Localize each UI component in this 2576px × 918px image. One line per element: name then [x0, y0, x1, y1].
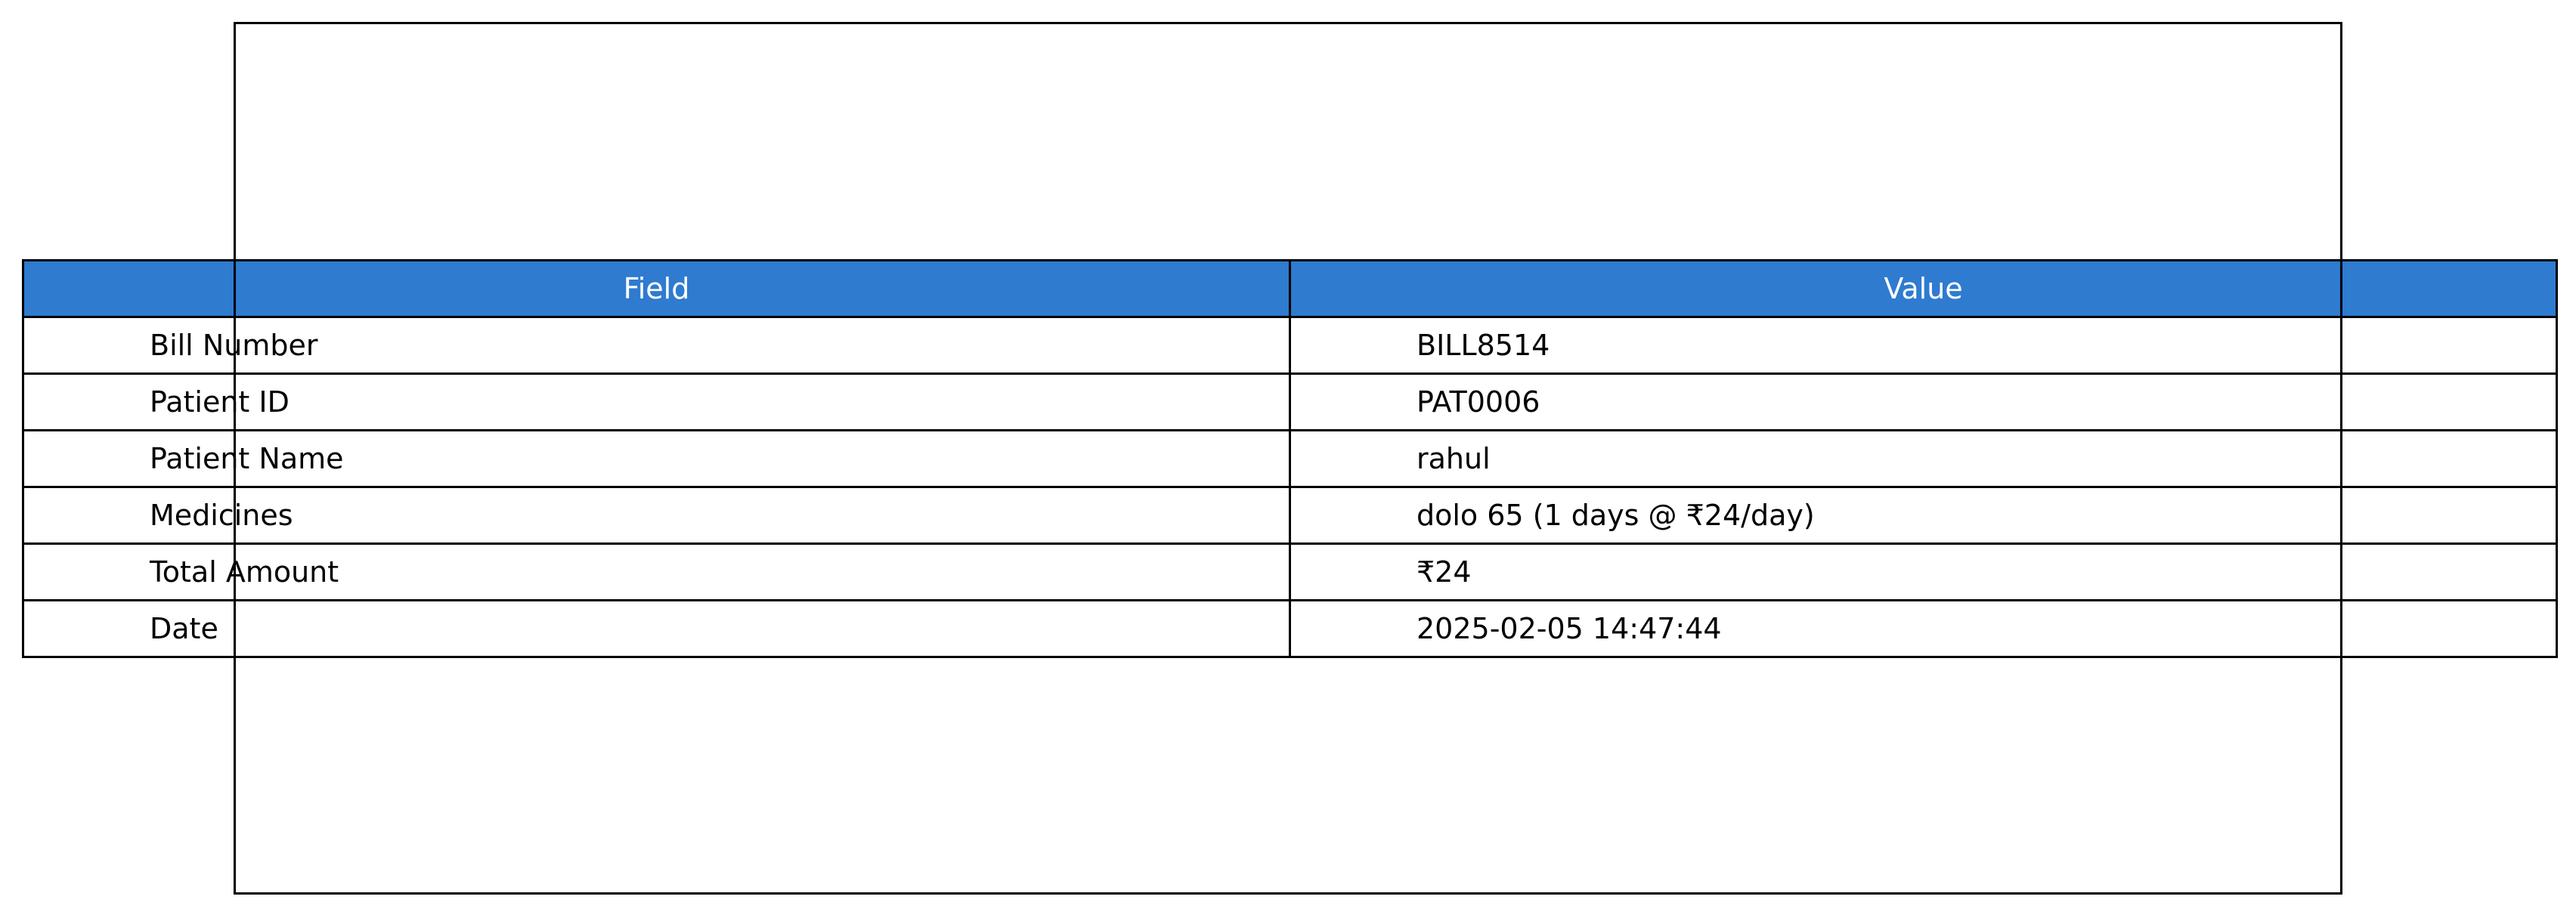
table-row: Patient ID PAT0006: [22, 372, 2558, 431]
value-cell: dolo 65 (1 days @ ₹24/day): [1289, 486, 2558, 545]
field-cell: Patient ID: [22, 372, 1291, 431]
field-cell: Medicines: [22, 486, 1291, 545]
field-cell: Bill Number: [22, 316, 1291, 375]
value-cell: BILL8514: [1289, 316, 2558, 375]
value-cell: ₹24: [1289, 542, 2558, 601]
table-row: Patient Name rahul: [22, 429, 2558, 488]
value-cell: PAT0006: [1289, 372, 2558, 431]
table-row: Bill Number BILL8514: [22, 316, 2558, 375]
field-cell: Patient Name: [22, 429, 1291, 488]
value-cell: rahul: [1289, 429, 2558, 488]
column-header-field: Field: [22, 259, 1291, 318]
field-cell: Date: [22, 599, 1291, 658]
table-header-row: Field Value: [22, 259, 2558, 318]
table-row: Date 2025-02-05 14:47:44: [22, 599, 2558, 658]
bill-details-table: Field Value Bill Number BILL8514 Patient…: [22, 259, 2558, 658]
value-cell: 2025-02-05 14:47:44: [1289, 599, 2558, 658]
field-cell: Total Amount: [22, 542, 1291, 601]
table-row: Medicines dolo 65 (1 days @ ₹24/day): [22, 486, 2558, 545]
table-row: Total Amount ₹24: [22, 542, 2558, 601]
column-header-value: Value: [1289, 259, 2558, 318]
